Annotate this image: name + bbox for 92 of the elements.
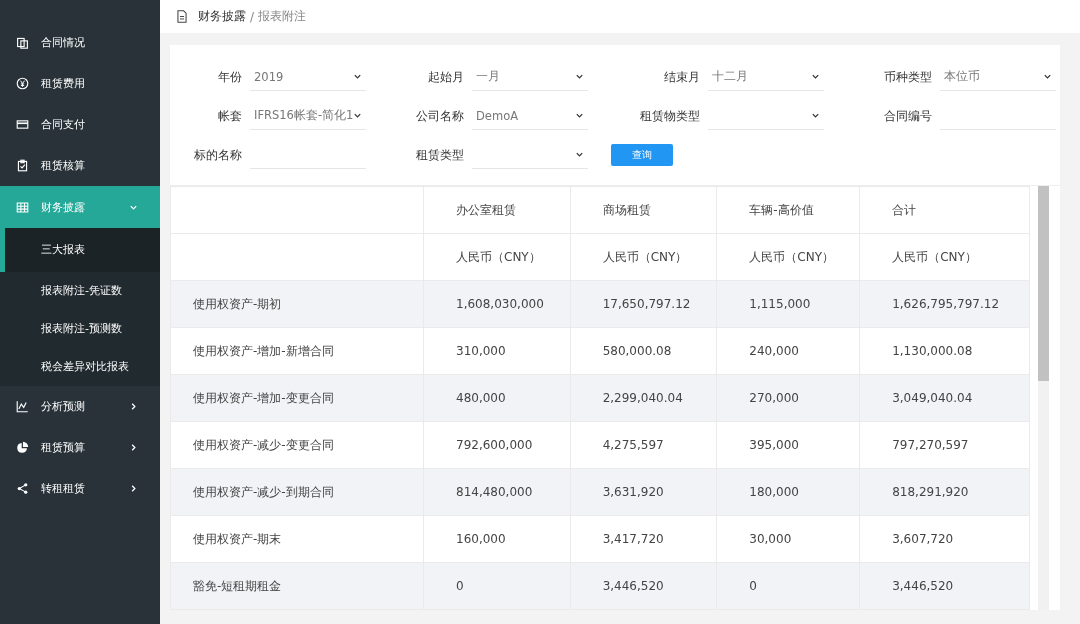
filter-label: 租赁类型 (415, 146, 464, 164)
table-cell: 3,607,720 (859, 515, 1030, 563)
filter-label: 公司名称 (415, 107, 464, 125)
table-cell: 1,626,795,797.12 (859, 280, 1030, 328)
table-cell: 2,299,040.04 (570, 374, 717, 422)
submenu-item[interactable]: 三大报表 (0, 228, 160, 272)
sidebar-item[interactable]: 转租租赁 (0, 468, 160, 509)
share-icon (16, 482, 29, 495)
select-field[interactable]: 本位币 (940, 63, 1056, 91)
filter-label: 标的名称 (193, 146, 242, 164)
table-cell: 797,270,597 (859, 421, 1030, 469)
table-cell: 3,049,040.04 (859, 374, 1030, 422)
chevron-down-icon (575, 72, 584, 81)
chevron-down-icon (575, 111, 584, 120)
chevron-down-icon (353, 72, 362, 81)
table-cell: 180,000 (716, 468, 860, 516)
chevron-down-icon (811, 111, 820, 120)
currency-cell: 人民币（CNY） (859, 233, 1030, 281)
row-label: 使用权资产-增加-变更合同 (170, 374, 424, 422)
table-cell: 310,000 (423, 327, 571, 375)
table-cell: 580,000.08 (570, 327, 717, 375)
breadcrumb-current: 报表附注 (258, 8, 307, 25)
table-cell: 3,446,520 (859, 562, 1030, 610)
table-cell: 17,650,797.12 (570, 280, 717, 328)
sidebar-item[interactable]: 分析预测 (0, 386, 160, 427)
table-cell: 792,600,000 (423, 421, 571, 469)
submenu-item[interactable]: 税会差异对比报表 (0, 348, 160, 386)
filter-label: 帐套 (217, 107, 242, 125)
currency-cell: 人民币（CNY） (423, 233, 571, 281)
table-cell: 1,115,000 (716, 280, 860, 328)
chart-icon (16, 400, 29, 413)
chevron-down-icon (1043, 72, 1052, 81)
table-cell: 480,000 (423, 374, 571, 422)
table-cell: 3,417,720 (570, 515, 717, 563)
table-cell: 3,446,520 (570, 562, 717, 610)
table-cell: 4,275,597 (570, 421, 717, 469)
row-label: 豁免-短租期租金 (170, 562, 424, 610)
copy-icon (16, 36, 29, 49)
sidebar-item[interactable]: 合同情况 (0, 22, 160, 63)
table-cell: 270,000 (716, 374, 860, 422)
select-field[interactable]: IFRS16帐套-简化1 (250, 102, 366, 130)
filter-label: 租赁物类型 (639, 107, 700, 125)
currency-cell: 人民币（CNY） (570, 233, 717, 281)
chevron-down-icon (811, 72, 820, 81)
filter-label: 合同编号 (883, 107, 932, 125)
table-cell: 0 (716, 562, 860, 610)
select-field[interactable]: DemoA (472, 102, 588, 130)
filter-label: 币种类型 (883, 68, 932, 86)
filter-label: 年份 (217, 68, 242, 86)
currency-cell: 人民币（CNY） (716, 233, 860, 281)
row-label: 使用权资产-增加-新增合同 (170, 327, 424, 375)
chevron-down-icon (353, 111, 363, 120)
row-label: 使用权资产-期初 (170, 280, 424, 328)
table-cell: 0 (423, 562, 571, 610)
column-header: 车辆-高价值 (716, 186, 860, 234)
select-field[interactable]: 2019 (250, 63, 366, 91)
table-cell: 160,000 (423, 515, 571, 563)
row-label: 使用权资产-减少-到期合同 (170, 468, 424, 516)
column-header: 办公室租赁 (423, 186, 571, 234)
table-cell: 1,608,030,000 (423, 280, 571, 328)
grid-icon (16, 200, 29, 214)
table-cell: 30,000 (716, 515, 860, 563)
yen-icon (16, 77, 29, 90)
table-cell: 818,291,920 (859, 468, 1030, 516)
sidebar-item[interactable]: 合同支付 (0, 104, 160, 145)
clipboard-icon (16, 159, 29, 172)
sidebar-item[interactable]: 租赁预算 (0, 427, 160, 468)
scrollbar[interactable] (1038, 186, 1049, 610)
breadcrumb-link[interactable]: 财务披露 (198, 8, 246, 25)
select-field[interactable]: 十二月 (708, 63, 824, 91)
column-header: 合计 (859, 186, 1030, 234)
row-label: 使用权资产-减少-变更合同 (170, 421, 424, 469)
table-cell: 240,000 (716, 327, 860, 375)
table-cell: 395,000 (716, 421, 860, 469)
sidebar-item[interactable]: 租赁核算 (0, 145, 160, 186)
column-header: 商场租赁 (570, 186, 717, 234)
filter-label: 结束月 (663, 68, 700, 86)
card-icon (16, 118, 29, 131)
submenu-item[interactable]: 报表附注-预测数 (0, 310, 160, 348)
sidebar-item[interactable]: 租赁费用 (0, 63, 160, 104)
select-field[interactable]: 一月 (472, 63, 588, 91)
breadcrumb-separator: / (250, 9, 255, 24)
pie-icon (16, 441, 29, 454)
filter-label: 起始月 (427, 68, 464, 86)
table-cell: 1,130,000.08 (859, 327, 1030, 375)
document-icon (176, 10, 188, 23)
submenu-item[interactable]: 报表附注-凭证数 (0, 272, 160, 310)
row-label: 使用权资产-期末 (170, 515, 424, 563)
table-cell: 814,480,000 (423, 468, 571, 516)
chevron-down-icon (575, 150, 584, 159)
table-cell: 3,631,920 (570, 468, 717, 516)
scrollbar-thumb[interactable] (1038, 186, 1049, 381)
